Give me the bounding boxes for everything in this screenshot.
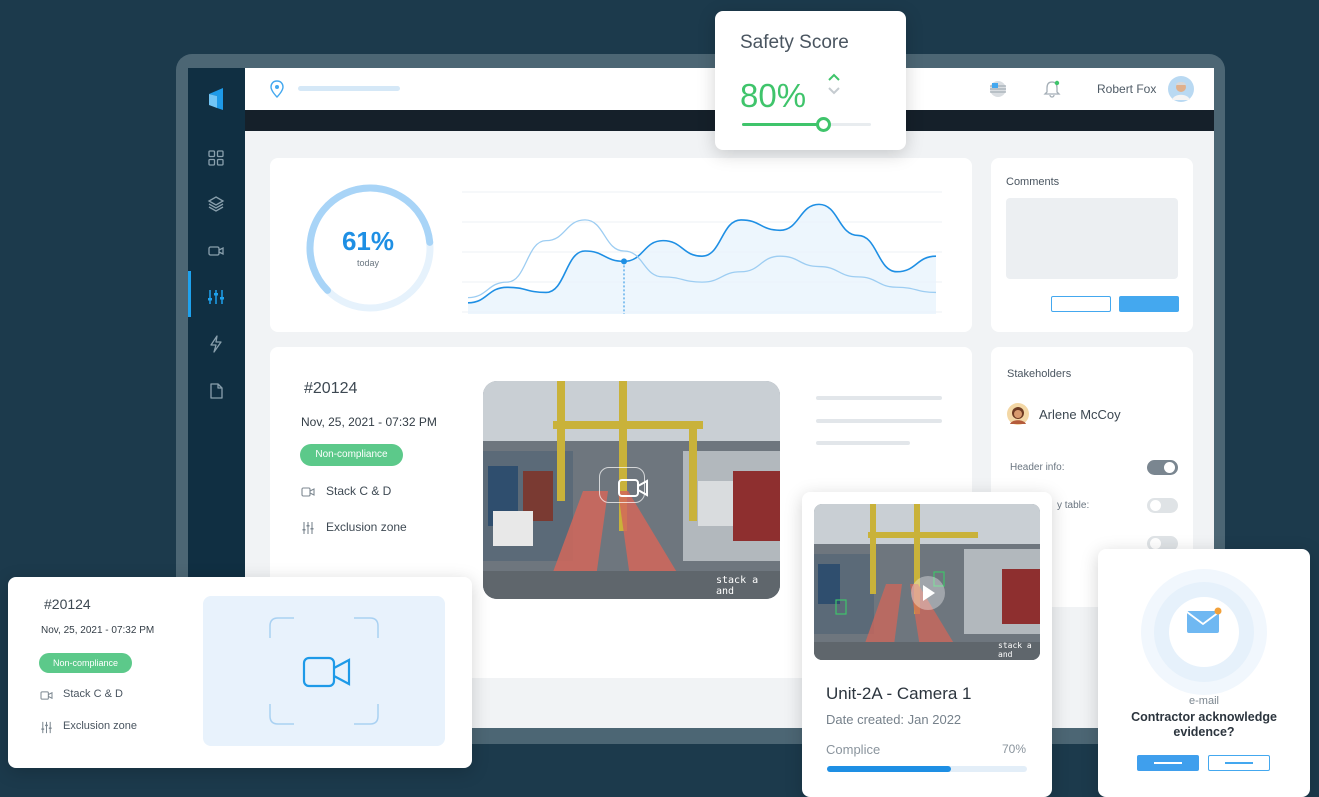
incident-card: #20124 Nov, 25, 2021 - 07:32 PM Non-comp… — [8, 577, 472, 768]
table-toggle[interactable] — [1147, 498, 1178, 513]
highlight-point[interactable] — [621, 258, 627, 265]
incident-zone: Exclusion zone — [63, 720, 137, 732]
video-caption: stack a and — [716, 575, 759, 597]
placeholder-line — [816, 441, 910, 445]
cancel-button[interactable] — [1051, 296, 1111, 312]
header-info-toggle[interactable] — [1147, 460, 1178, 475]
overview-card: 61% today — [270, 158, 972, 332]
location-pin-icon[interactable] — [269, 80, 285, 98]
progress-label: Complice — [826, 742, 881, 757]
status-badge: Non-compliance — [39, 653, 132, 673]
series-area — [468, 204, 936, 314]
safety-slider-fill — [742, 123, 824, 126]
toggle-label: Header info: — [1010, 462, 1065, 473]
camera-video[interactable]: stack a and — [814, 504, 1040, 660]
flag-icon[interactable] — [988, 80, 1008, 98]
play-icon — [923, 585, 935, 601]
avatar — [1007, 403, 1029, 425]
event-camera: Stack C & D — [326, 484, 392, 498]
toggle-label: y table: — [1057, 500, 1090, 511]
stakeholders-title: Stakeholders — [1007, 368, 1072, 380]
progress-fill — [827, 766, 951, 772]
email-label: e-mail — [1189, 695, 1219, 707]
bell-icon[interactable] — [1042, 79, 1062, 99]
sliders-icon[interactable] — [206, 287, 226, 307]
video-camera-icon — [302, 656, 351, 688]
camera-date: Date created: Jan 2022 — [826, 712, 962, 727]
layers-icon[interactable] — [206, 194, 226, 214]
event-datetime: Nov, 25, 2021 - 07:32 PM — [301, 415, 437, 429]
updown-chevron-icon[interactable] — [827, 71, 841, 97]
location-field[interactable] — [298, 86, 400, 91]
placeholder-line — [816, 419, 942, 423]
comment-input[interactable] — [1006, 198, 1178, 279]
incident-datetime: Nov, 25, 2021 - 07:32 PM — [41, 625, 155, 636]
camera-card: stack a and Unit-2A - Camera 1 Date crea… — [802, 492, 1052, 797]
confirm-button[interactable] — [1137, 755, 1199, 771]
video-placeholder[interactable] — [203, 596, 445, 746]
document-icon[interactable] — [206, 381, 226, 401]
camera-title: Unit-2A - Camera 1 — [826, 684, 972, 703]
sliders-icon — [302, 522, 314, 534]
incident-id: #20124 — [44, 596, 91, 612]
status-badge: Non-compliance — [300, 444, 403, 466]
placeholder-line — [816, 396, 942, 400]
safety-score-card: Safety Score 80% — [715, 11, 906, 150]
logo-icon — [209, 88, 223, 110]
lightning-icon[interactable] — [206, 334, 226, 354]
submit-button[interactable] — [1119, 296, 1179, 312]
stakeholder-name: Arlene McCoy — [1039, 407, 1121, 422]
sliders-icon — [41, 721, 52, 734]
event-id: #20124 — [304, 380, 358, 397]
comments-title: Comments — [1006, 176, 1060, 188]
safety-title: Safety Score — [740, 32, 849, 53]
event-zone: Exclusion zone — [326, 520, 407, 534]
email-question: Contractor acknowledge evidence? — [1131, 710, 1277, 739]
video-caption: stack a and — [998, 641, 1032, 659]
incident-camera: Stack C & D — [63, 688, 123, 700]
event-video[interactable]: stack a and — [483, 381, 780, 599]
grid-icon[interactable] — [206, 148, 226, 168]
mail-icon — [1186, 607, 1222, 633]
user-name[interactable]: Robert Fox — [1097, 82, 1156, 96]
safety-value: 80% — [740, 77, 807, 114]
trend-chart — [462, 191, 942, 314]
video-camera-icon — [40, 691, 53, 700]
email-card: e-mail Contractor acknowledge evidence? — [1098, 549, 1310, 797]
sidebar-active-indicator — [188, 271, 191, 317]
progress-value: 70% — [1001, 742, 1026, 756]
video-camera-icon — [301, 487, 315, 497]
avatar[interactable] — [1168, 76, 1194, 102]
decline-button[interactable] — [1208, 755, 1270, 771]
video-camera-icon[interactable] — [206, 241, 226, 261]
percent-caption: today — [356, 258, 380, 268]
percent-value: 61% — [341, 226, 395, 256]
safety-slider-handle[interactable] — [816, 117, 832, 132]
video-camera-icon — [618, 479, 648, 497]
comments-card: Comments — [991, 158, 1193, 332]
